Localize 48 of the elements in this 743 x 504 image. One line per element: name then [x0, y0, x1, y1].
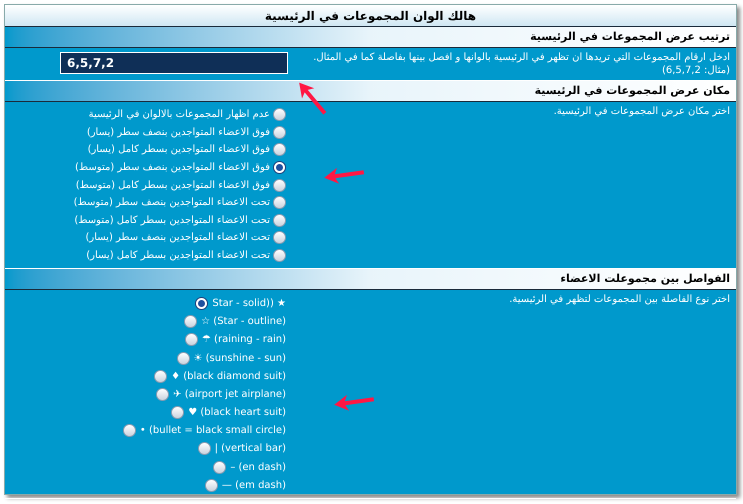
radio-button[interactable]: [171, 406, 184, 420]
option-label: تحت الاعضاء المتواجدين بسطر كامل (متوسط): [74, 214, 270, 228]
option-label: ☀ (sunshine - sun): [194, 352, 286, 366]
radio-button[interactable]: [273, 161, 286, 174]
option-label: ☆ (Star - outline): [201, 315, 286, 330]
option-label: | (vertical bar): [214, 442, 286, 456]
radio-button[interactable]: [154, 370, 168, 383]
option-label: ✈ (airport jet airplane): [173, 388, 286, 402]
radio-button[interactable]: [273, 143, 286, 156]
option-label: فوق الاعضاء المتواجدين بسطر كامل (يسار): [88, 143, 270, 158]
radio-button[interactable]: [273, 196, 286, 210]
radio-button[interactable]: [273, 126, 286, 139]
radio-button[interactable]: [213, 460, 226, 474]
section-header: مكان عرض المجموعات في الرئيسية: [5, 81, 736, 102]
section-header: الفواصل بين مجموعلت الاعضاء: [5, 269, 736, 290]
description-text: اختر مكان عرض المجموعات في الرئيسية.: [554, 106, 730, 117]
radio-button[interactable]: [273, 214, 286, 227]
radio-button[interactable]: [273, 108, 286, 122]
section-header: ترتيب عرض المجموعات في الرئيسية: [5, 27, 736, 48]
option-label: • (bullet = black small circle): [140, 424, 286, 438]
description-text: اختر نوع الفاصلة بين المجموعات لتظهر في الرئيسية.: [509, 294, 730, 306]
radio-button[interactable]: [204, 478, 218, 492]
option-label: فوق الاعضاء المتواجدين بنصف سطر (متوسط): [75, 161, 270, 176]
window-title: هالك الوان المجموعات في الرئيسية: [5, 5, 736, 27]
input-field[interactable]: 6,5,7,2: [60, 52, 288, 74]
radio-button[interactable]: [273, 178, 286, 192]
option-label: فوق الاعضاء المتواجدين بنصف سطر (يسار): [86, 126, 270, 140]
option-label: — (em dash): [222, 478, 286, 493]
radio-button[interactable]: [184, 315, 198, 328]
option-label: فوق الاعضاء المتواجدين بسطر كامل (متوسط): [76, 178, 270, 193]
option-label: ☂ (raining - rain): [202, 333, 286, 348]
radio-button[interactable]: [195, 296, 208, 310]
radio-button[interactable]: [176, 352, 190, 364]
option-label: عدم اظهار المجموعات بالالوان في الرئيسية: [88, 108, 270, 122]
description-text: ادخل ارقام المجموعات التي تريدها ان تظهر في الرئيسية بالوانها و افصل بينها بفاصلة كما في المثال. (مثال: 6,5,7,2): [313, 52, 730, 76]
option-label: – (en dash): [230, 460, 286, 475]
radio-button[interactable]: [184, 333, 198, 346]
option-label: ♦ (black diamond suit): [171, 370, 286, 384]
radio-button[interactable]: [122, 424, 136, 438]
option-label: Star - solid)) ★: [212, 296, 286, 311]
option-label: تحت الاعضاء المتواجدين بنصف سطر (يسار): [85, 231, 270, 246]
option-label: تحت الاعضاء المتواجدين بنصف سطر (متوسط): [74, 196, 270, 210]
option-label: تحت الاعضاء المتواجدين بسطر كامل (يسار): [86, 249, 270, 264]
radio-button[interactable]: [198, 442, 211, 456]
option-label: ♥ (black heart suit): [188, 406, 286, 420]
radio-button[interactable]: [156, 388, 170, 401]
radio-button[interactable]: [273, 249, 286, 262]
radio-button[interactable]: [273, 231, 286, 244]
